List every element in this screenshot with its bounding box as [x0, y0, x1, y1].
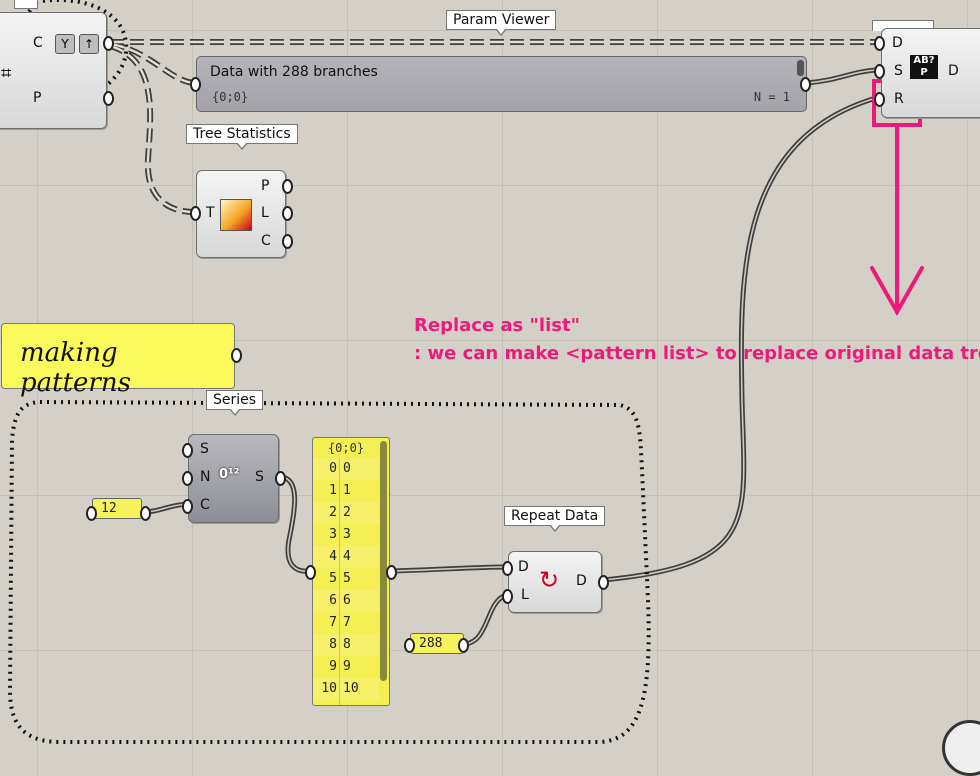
replace-paths-icon: AB? P: [910, 55, 938, 79]
grid-icon: ⌗: [1, 63, 12, 84]
panel-row: 22: [313, 502, 379, 524]
panel-out-grip[interactable]: [386, 565, 397, 580]
series-icon: 0¹²: [219, 467, 240, 482]
viewer-title: Data with 288 branches: [210, 64, 378, 80]
port-d-out: D: [948, 63, 959, 79]
output-grip-p[interactable]: [103, 91, 114, 106]
tree-statistics-component[interactable]: T P L C: [196, 170, 286, 258]
viewer-path: {0;0}: [212, 90, 249, 104]
viewer-scrollbar[interactable]: [797, 60, 804, 76]
repeat-data-tag: Repeat Data: [504, 506, 606, 532]
viewer-count: N = 1: [753, 90, 790, 104]
number-12-value: 12: [101, 501, 117, 516]
port-n-in: N: [200, 469, 211, 485]
replace-grip-d[interactable]: [874, 36, 885, 51]
tree-stats-input-grip[interactable]: [190, 206, 201, 221]
replace-grip-r[interactable]: [874, 92, 885, 107]
wire-repeat-to-replace: [600, 95, 879, 583]
repeat-data-icon: ↻: [539, 566, 560, 594]
panel-header: {0;0}: [327, 441, 365, 455]
port-d-out: D: [576, 573, 587, 589]
panel-scrollbar[interactable]: [380, 441, 387, 681]
panel-row: 66: [313, 590, 379, 612]
viewer-input-grip[interactable]: [190, 77, 201, 92]
top-left-component[interactable]: C Y ↑ P ⌗: [0, 12, 107, 129]
panel-row: 77: [329, 615, 351, 630]
wire-number-to-repeat: [459, 592, 510, 647]
series-grip-out[interactable]: [275, 471, 286, 486]
number-288-value: 288: [419, 636, 443, 651]
panel-row: 10 10: [313, 678, 379, 700]
series-grip-s[interactable]: [182, 443, 193, 458]
number-288-grip[interactable]: [458, 638, 469, 653]
viewer-output-grip[interactable]: [800, 77, 811, 92]
scribble-text: making patterns: [20, 338, 131, 398]
replace-grip-s[interactable]: [874, 64, 885, 79]
series-grip-n[interactable]: [182, 471, 193, 486]
number-12-grip[interactable]: [140, 506, 151, 521]
param-viewer-tag: Param Viewer: [446, 10, 557, 36]
repeat-data-component[interactable]: D L ↻ D: [508, 551, 602, 613]
port-l-in: L: [521, 587, 529, 603]
port-d-in: D: [518, 559, 529, 575]
port-c-in: C: [200, 497, 210, 513]
panel-row: 00: [313, 458, 379, 480]
repeat-grip-out[interactable]: [598, 575, 609, 590]
annotation-line-2: : we can make <pattern list> to replace …: [414, 343, 980, 364]
canvas-navigation-icon[interactable]: [942, 720, 980, 776]
replace-paths-component[interactable]: D S R AB? P D: [881, 28, 980, 118]
port-d-in: D: [892, 35, 903, 51]
cropped-tag: [14, 0, 38, 9]
param-viewer[interactable]: Data with 288 branches {0;0} N = 1: [196, 56, 807, 112]
number-12-in-grip[interactable]: [86, 506, 97, 521]
panel-row: 33: [329, 527, 351, 542]
up-arrow-icon: ↑: [79, 34, 99, 54]
wire-viewer-to-replace: [804, 67, 879, 86]
number-288-in-grip[interactable]: [404, 638, 415, 653]
port-l-out: L: [261, 205, 269, 221]
port-c: C: [33, 35, 43, 51]
tree-stats-grip-l[interactable]: [282, 206, 293, 221]
panel-row: 44: [313, 546, 379, 568]
series-grip-c[interactable]: [182, 499, 193, 514]
panel-separator: [339, 458, 340, 705]
series-tag: Series: [206, 390, 264, 416]
port-r-in: R: [894, 91, 904, 107]
tree-statistics-icon: [220, 199, 252, 231]
scribble-note[interactable]: making patterns: [1, 323, 235, 398]
number-12[interactable]: 12: [92, 498, 142, 519]
port-p-out: P: [261, 178, 270, 194]
port-s-in: S: [200, 441, 209, 457]
tree-stats-grip-c[interactable]: [282, 234, 293, 249]
port-p: P: [33, 90, 42, 106]
port-t: T: [206, 205, 215, 221]
port-s-in: S: [894, 63, 903, 79]
scribble-grip[interactable]: [231, 348, 242, 363]
panel-row: 99: [329, 659, 351, 674]
panel-row: 88: [313, 634, 379, 656]
number-288[interactable]: 288: [410, 633, 464, 654]
port-s-out: S: [255, 469, 264, 485]
arrow-down: [870, 123, 924, 317]
series-component[interactable]: S N C 0¹² S: [188, 434, 279, 523]
panel-in-grip[interactable]: [305, 565, 316, 580]
filter-icon: Y: [55, 34, 75, 54]
wire-panel-to-repeat: [387, 564, 510, 574]
output-grip-c[interactable]: [103, 36, 114, 51]
repeat-grip-d[interactable]: [502, 561, 513, 576]
annotation-line-1: Replace as "list": [414, 315, 580, 336]
panel-row: 11: [329, 483, 351, 498]
panel-row: 55: [329, 571, 351, 586]
repeat-grip-l[interactable]: [502, 589, 513, 604]
wire-series-to-panel: [279, 474, 315, 574]
panel-rows: 00 11 22 33 44 55 66 77 88 99 10 10: [313, 458, 379, 705]
panel-series-values[interactable]: {0;0} 00 11 22 33 44 55 66 77 88 99 10 10: [312, 437, 390, 706]
tree-statistics-tag: Tree Statistics: [186, 124, 298, 150]
tree-stats-grip-p[interactable]: [282, 179, 293, 194]
port-c-out: C: [261, 233, 271, 249]
